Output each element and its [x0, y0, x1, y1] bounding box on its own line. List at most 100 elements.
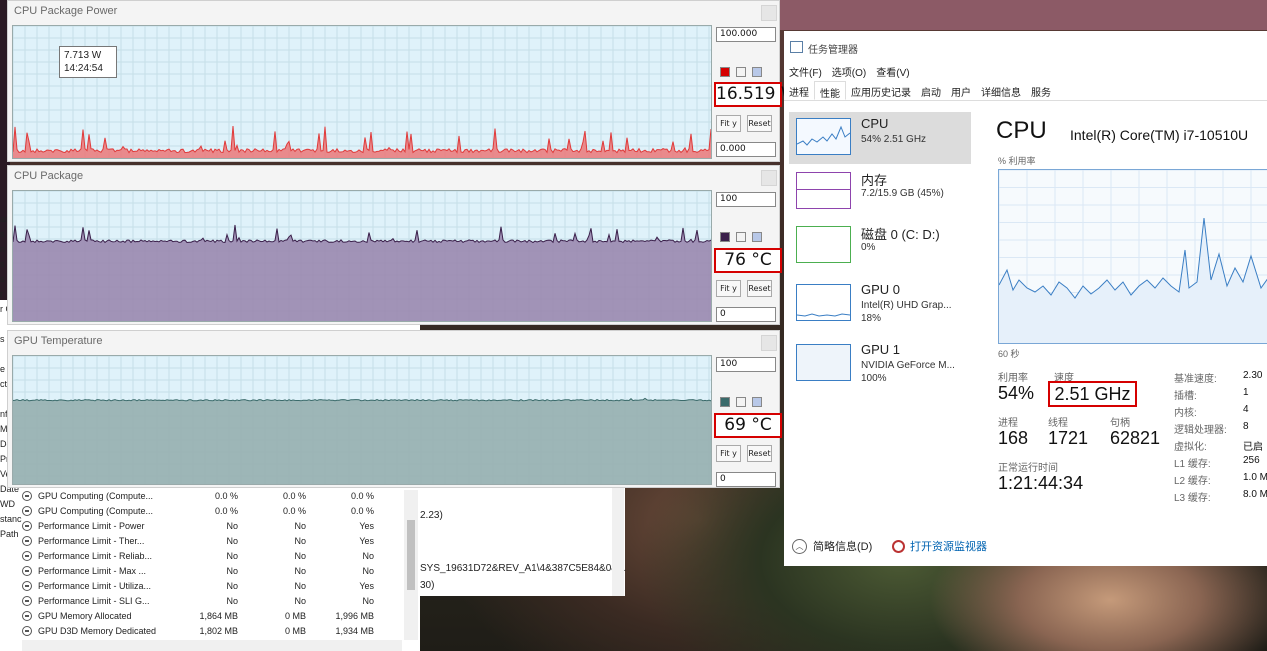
- table-row[interactable]: Performance Limit - Reliab... No No No: [22, 548, 374, 563]
- sensor-min: No: [294, 520, 306, 531]
- sensor-max: Yes: [359, 535, 374, 546]
- sensor-current: No: [226, 535, 238, 546]
- menu-view[interactable]: 查看(V): [876, 64, 909, 79]
- sensor-name: Performance Limit - SLI G...: [38, 595, 150, 606]
- sidebar-item-disk[interactable]: 磁盘 0 (C: D:) 0%: [789, 220, 971, 272]
- spec-row: 逻辑处理器: 8: [1174, 421, 1249, 436]
- hwinfo-vertical-scrollbar[interactable]: [404, 490, 418, 640]
- graph-window-gpu-temperature[interactable]: GPU Temperature 100 69 °C Fit y Reset 0: [7, 330, 782, 488]
- fill-color-swatch[interactable]: [736, 67, 746, 77]
- fewer-details-toggle[interactable]: ︿ 简略信息(D): [792, 538, 872, 554]
- table-row[interactable]: GPU Memory Allocated 1,864 MB 0 MB 1,996 MB: [22, 608, 374, 623]
- background-color-swatch[interactable]: [752, 397, 762, 407]
- cpu-utilization-graph: [998, 169, 1267, 344]
- scrollbar-thumb[interactable]: [407, 520, 415, 590]
- table-row[interactable]: Performance Limit - SLI G... No No No: [22, 593, 374, 608]
- fit-y-button[interactable]: Fit y: [716, 280, 741, 297]
- sidebar-item-memory[interactable]: 内存 7.2/15.9 GB (45%): [789, 166, 971, 218]
- tab-performance[interactable]: 性能: [814, 81, 846, 100]
- min-value-field[interactable]: 0.000: [716, 142, 776, 157]
- table-row[interactable]: GPU D3D Memory Dedicated 1,802 MB 0 MB 1,93…: [22, 623, 374, 638]
- gpu0-thumbnail-graph: [796, 313, 851, 317]
- fit-y-button[interactable]: Fit y: [716, 445, 741, 462]
- task-manager-icon: [790, 41, 803, 53]
- sysinfo-line: 30): [420, 580, 435, 591]
- power-plot[interactable]: 7.713 W 14:24:54: [12, 25, 712, 159]
- line-color-swatch[interactable]: [720, 67, 730, 77]
- table-row[interactable]: Performance Limit - Max ... No No No: [22, 563, 374, 578]
- menu-options[interactable]: 选项(O): [832, 64, 866, 79]
- spec-value: 8: [1243, 421, 1249, 432]
- sensor-max: Yes: [359, 580, 374, 591]
- reset-button[interactable]: Reset: [747, 115, 772, 132]
- spec-row: L1 缓存: 256: [1174, 455, 1260, 470]
- min-value-field[interactable]: 0: [716, 472, 776, 487]
- max-value-field[interactable]: 100: [716, 357, 776, 372]
- spec-row: 插槽: 1: [1174, 387, 1249, 402]
- graph-window-cpu-package-power[interactable]: CPU Package Power 7.713 W 14:24:54 100.0…: [7, 0, 798, 162]
- table-row[interactable]: GPU Computing (Compute... 0.0 % 0.0 % 0.0 %: [22, 488, 374, 503]
- spec-row: 内核: 4: [1174, 404, 1249, 419]
- cpu-temp-plot[interactable]: [12, 190, 712, 322]
- reset-button[interactable]: Reset: [747, 280, 772, 297]
- gpu-temp-plot[interactable]: [12, 355, 712, 485]
- tab-details[interactable]: 详细信息: [976, 81, 1026, 100]
- page-title: CPU: [996, 117, 1047, 144]
- sensor-name: Performance Limit - Power: [38, 520, 145, 531]
- background-color-swatch[interactable]: [752, 67, 762, 77]
- sensor-max: 0.0 %: [350, 505, 374, 516]
- close-button[interactable]: [761, 335, 777, 351]
- table-row[interactable]: GPU Computing (Compute... 0.0 % 0.0 % 0.0 %: [22, 503, 374, 518]
- handles-value: 62821: [1110, 428, 1161, 448]
- sidebar-item-cpu[interactable]: CPU 54% 2.51 GHz: [789, 112, 971, 164]
- sidebar-item-label: 磁盘 0 (C: D:): [861, 227, 940, 242]
- spec-row: 虚拟化: 已启: [1174, 438, 1263, 453]
- line-color-swatch[interactable]: [720, 397, 730, 407]
- min-value-field[interactable]: 0: [716, 307, 776, 322]
- sensor-max: No: [362, 550, 374, 561]
- tab-app-history[interactable]: 应用历史记录: [846, 81, 916, 100]
- sensor-min: 0.0 %: [282, 490, 306, 501]
- menu-file[interactable]: 文件(F): [789, 64, 822, 79]
- open-resource-monitor-link[interactable]: 打开资源监视器: [892, 538, 987, 554]
- spec-label: 虚拟化:: [1174, 442, 1207, 453]
- sensor-max: Yes: [359, 520, 374, 531]
- sysinfo-scrollbar[interactable]: [612, 486, 624, 596]
- reset-button[interactable]: Reset: [747, 445, 772, 462]
- threads-value: 1721: [1048, 428, 1089, 448]
- fill-color-swatch[interactable]: [736, 397, 746, 407]
- sidebar-item-detail: 0%: [861, 242, 876, 253]
- plot-area: [13, 398, 711, 484]
- tab-startup[interactable]: 启动: [916, 81, 946, 100]
- sidebar-item-gpu0[interactable]: GPU 0 Intel(R) UHD Grap... 18%: [789, 278, 971, 330]
- sidebar-item-detail: 7.2/15.9 GB (45%): [861, 188, 944, 199]
- memory-thumbnail-line: [797, 189, 850, 190]
- table-row[interactable]: Performance Limit - Utiliza... No No Yes: [22, 578, 374, 593]
- sensor-name: Performance Limit - Reliab...: [38, 550, 153, 561]
- close-button[interactable]: [761, 5, 777, 21]
- close-button[interactable]: [761, 170, 777, 186]
- processes-value: 168: [998, 428, 1029, 448]
- background-color-swatch[interactable]: [752, 232, 762, 242]
- line-color-swatch[interactable]: [720, 232, 730, 242]
- table-row[interactable]: Performance Limit - Power No No Yes: [22, 518, 374, 533]
- fill-color-swatch[interactable]: [736, 232, 746, 242]
- hwinfo-horizontal-scrollbar[interactable]: [22, 640, 402, 651]
- gpu0-thumbnail: [796, 284, 851, 321]
- spec-label: 插槽:: [1174, 391, 1197, 402]
- tab-services[interactable]: 服务: [1026, 81, 1056, 100]
- tab-processes[interactable]: 进程: [784, 81, 814, 100]
- sensor-min: No: [294, 535, 306, 546]
- power-plot-svg: [13, 26, 711, 158]
- sensor-current: No: [226, 595, 238, 606]
- sidebar-item-gpu1[interactable]: GPU 1 NVIDIA GeForce M... 100%: [789, 338, 971, 390]
- tab-users[interactable]: 用户: [946, 81, 976, 100]
- max-value-field[interactable]: 100.000: [716, 27, 776, 42]
- sidebar-item-label: GPU 0: [861, 282, 901, 297]
- table-row[interactable]: Performance Limit - Ther... No No Yes: [22, 533, 374, 548]
- fit-y-button[interactable]: Fit y: [716, 115, 741, 132]
- cpu-thumbnail: [796, 118, 851, 155]
- max-value-field[interactable]: 100: [716, 192, 776, 207]
- task-manager-window[interactable]: 任务管理器 文件(F) 选项(O) 查看(V) 进程 性能 应用历史记录 启动 …: [784, 31, 1267, 566]
- graph-window-cpu-package[interactable]: CPU Package 100 76 °C Fit y Reset 0: [7, 165, 782, 325]
